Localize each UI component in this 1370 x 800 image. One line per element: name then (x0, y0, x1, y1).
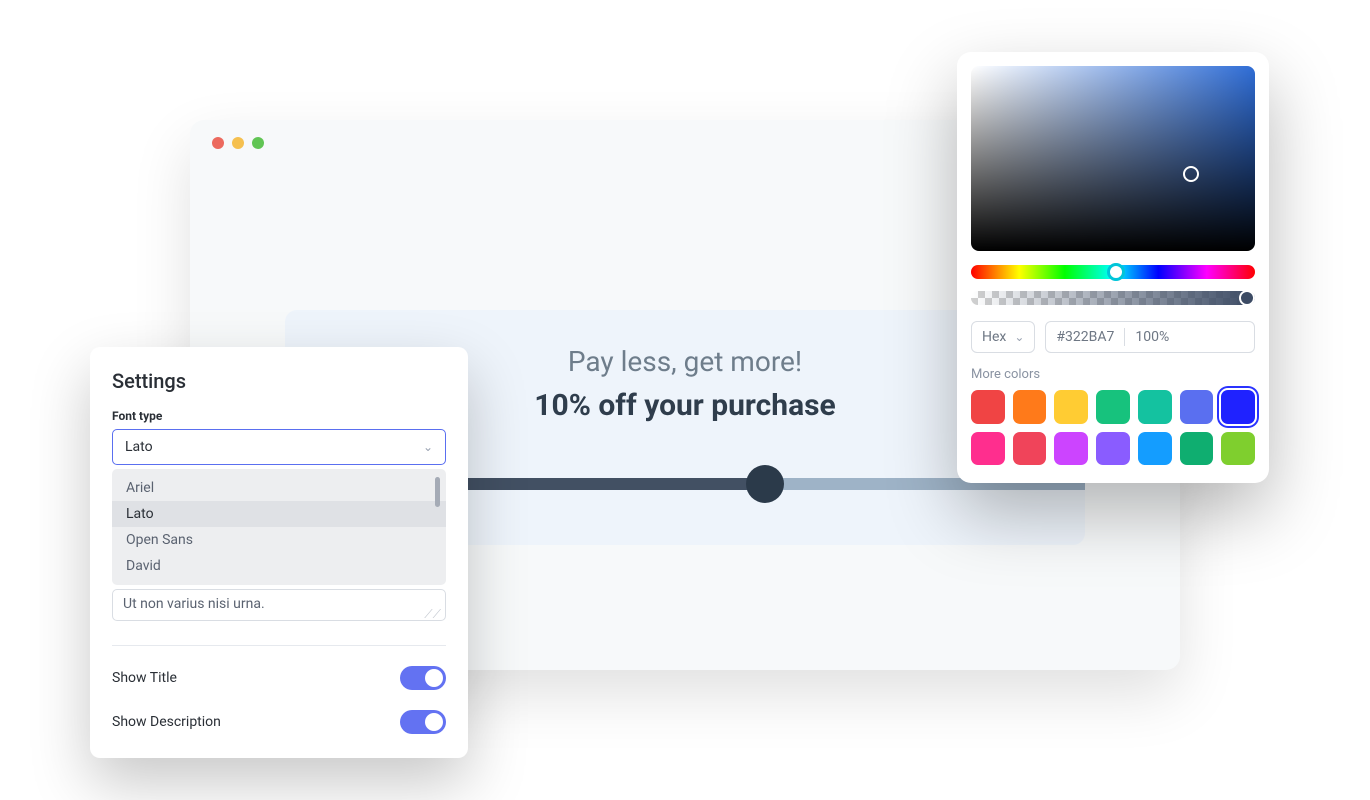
font-type-dropdown: Ariel Lato Open Sans David (112, 469, 446, 585)
font-option-open-sans[interactable]: Open Sans (112, 527, 446, 553)
chevron-down-icon: ⌄ (1014, 330, 1024, 344)
font-option-ariel[interactable]: Ariel (112, 475, 446, 501)
toggle-knob (425, 713, 443, 731)
show-description-row: Show Description (112, 710, 446, 734)
settings-panel: Settings Font type Lato ⌄ Ariel Lato Ope… (90, 347, 468, 758)
hex-input-group[interactable]: #322BA7 100% (1045, 321, 1255, 353)
color-format-select[interactable]: Hex ⌄ (971, 321, 1035, 353)
swatch-rose[interactable] (1013, 432, 1047, 466)
show-title-row: Show Title (112, 666, 446, 690)
promo-heading: Pay less, get more! (568, 345, 802, 378)
swatch-green[interactable] (1096, 390, 1130, 424)
swatch-yellow[interactable] (1054, 390, 1088, 424)
alpha-handle[interactable] (1239, 290, 1255, 306)
alpha-slider[interactable] (971, 291, 1255, 305)
color-input-row: Hex ⌄ #322BA7 100% (971, 321, 1255, 353)
dropdown-scrollbar[interactable] (435, 477, 440, 507)
font-option-lato[interactable]: Lato (112, 501, 446, 527)
color-gradient-area[interactable] (971, 66, 1255, 251)
swatch-teal[interactable] (1138, 390, 1172, 424)
minimize-window-icon[interactable] (232, 137, 244, 149)
swatch-orange[interactable] (1013, 390, 1047, 424)
color-selection-cursor[interactable] (1183, 166, 1199, 182)
swatch-purple[interactable] (1096, 432, 1130, 466)
settings-title: Settings (112, 369, 446, 393)
show-description-toggle[interactable] (400, 710, 446, 734)
toggle-knob (425, 669, 443, 687)
swatch-magenta[interactable] (1054, 432, 1088, 466)
show-title-label: Show Title (112, 670, 177, 686)
input-divider (1124, 328, 1125, 346)
resize-icon[interactable]: ⟋⟋ (424, 610, 441, 618)
hue-slider[interactable] (971, 265, 1255, 279)
font-type-value: Lato (125, 439, 153, 455)
show-description-label: Show Description (112, 714, 221, 730)
swatch-pink[interactable] (971, 432, 1005, 466)
swatch-lime[interactable] (1221, 432, 1255, 466)
swatch-emerald[interactable] (1180, 432, 1214, 466)
opacity-value: 100% (1135, 329, 1169, 345)
show-title-toggle[interactable] (400, 666, 446, 690)
swatch-blue-selected[interactable] (1221, 390, 1255, 424)
swatch-skyblue[interactable] (1138, 432, 1172, 466)
hue-handle[interactable] (1107, 263, 1125, 281)
format-label: Hex (982, 329, 1006, 345)
swatch-grid (971, 390, 1255, 465)
slider-handle[interactable] (746, 465, 784, 503)
swatch-indigo[interactable] (1180, 390, 1214, 424)
close-window-icon[interactable] (212, 137, 224, 149)
font-type-label: Font type (112, 409, 446, 423)
more-colors-label: More colors (971, 367, 1255, 382)
textarea-value: Ut non varius nisi urna. (123, 596, 265, 612)
divider (112, 645, 446, 646)
swatch-red[interactable] (971, 390, 1005, 424)
font-type-select[interactable]: Lato ⌄ (112, 429, 446, 465)
hex-value: #322BA7 (1056, 329, 1114, 345)
description-textarea[interactable]: Ut non varius nisi urna. ⟋⟋ (112, 589, 446, 621)
promo-subheading: 10% off your purchase (534, 388, 835, 423)
color-picker-panel: Hex ⌄ #322BA7 100% More colors (957, 52, 1269, 483)
font-option-david[interactable]: David (112, 553, 446, 579)
maximize-window-icon[interactable] (252, 137, 264, 149)
chevron-down-icon: ⌄ (423, 440, 433, 454)
